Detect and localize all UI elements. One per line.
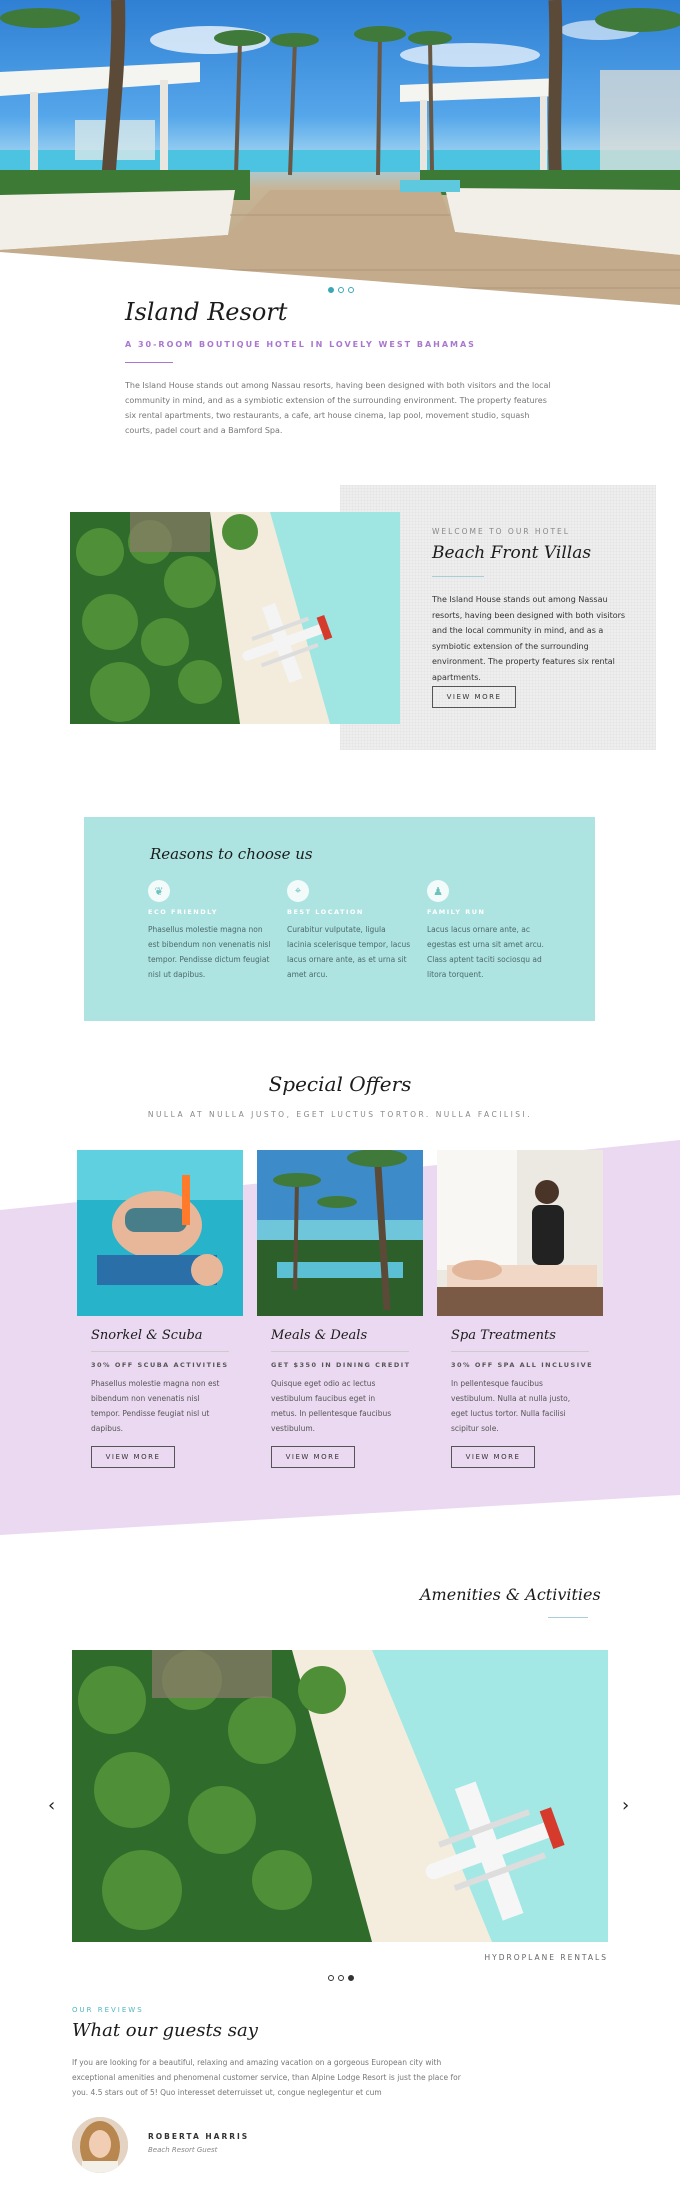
amenities-slider-dots[interactable] bbox=[328, 1975, 354, 1981]
reason-title: BEST LOCATION bbox=[287, 908, 364, 916]
reviews-kicker: OUR REVIEWS bbox=[72, 2006, 144, 2014]
offer-text: Phasellus molestie magna non est bibendu… bbox=[91, 1379, 220, 1433]
reviews-title: What our guests say bbox=[72, 2020, 258, 2041]
slider-dot[interactable] bbox=[348, 287, 354, 293]
slider-dot[interactable] bbox=[328, 287, 334, 293]
hero-image bbox=[0, 0, 680, 305]
offer-text: Quisque eget odio ac lectus vestibulum f… bbox=[271, 1379, 392, 1433]
divider bbox=[271, 1351, 409, 1352]
leaf-icon: ❦ bbox=[148, 880, 170, 902]
offer-image-meals bbox=[257, 1150, 423, 1316]
divider bbox=[91, 1351, 229, 1352]
review-text: If you are looking for a beautiful, rela… bbox=[72, 2058, 461, 2097]
snorkel-illustration bbox=[77, 1150, 243, 1316]
reason-best-location: ⌖ BEST LOCATION Curabitur vulputate, lig… bbox=[287, 880, 412, 982]
amenities-slide-image bbox=[72, 1650, 608, 1942]
reason-text: Curabitur vulputate, ligula lacinia scel… bbox=[287, 925, 411, 979]
slider-dot[interactable] bbox=[338, 1975, 344, 1981]
offer-card: Meals & Deals GET $350 IN DINING CREDIT … bbox=[257, 1150, 423, 1468]
reviewer-name: ROBERTA HARRIS bbox=[148, 2132, 250, 2141]
hero-illustration bbox=[0, 0, 680, 305]
offer-title: Snorkel & Scuba bbox=[91, 1328, 203, 1343]
offer-title: Meals & Deals bbox=[271, 1328, 368, 1343]
family-icon: ♟ bbox=[427, 880, 449, 902]
offer-card: Spa Treatments 30% OFF SPA ALL INCLUSIVE… bbox=[437, 1150, 603, 1468]
guest-portrait bbox=[72, 2117, 128, 2173]
reason-family-run: ♟ FAMILY RUN Lacus lacus ornare ante, ac… bbox=[427, 880, 552, 982]
offer-kicker: GET $350 IN DINING CREDIT bbox=[271, 1361, 411, 1369]
villas-text: The Island House stands out among Nassau… bbox=[432, 595, 626, 682]
location-icon: ⌖ bbox=[287, 880, 309, 902]
hero-slider-dots[interactable] bbox=[328, 287, 354, 293]
intro-title: Island Resort bbox=[125, 298, 288, 326]
slider-dot[interactable] bbox=[338, 287, 344, 293]
divider bbox=[432, 576, 484, 577]
offer-view-more-button[interactable]: VIEW MORE bbox=[91, 1446, 175, 1468]
villas-title: Beach Front Villas bbox=[432, 543, 592, 563]
avatar bbox=[72, 2117, 128, 2173]
resort-pool-illustration bbox=[257, 1150, 423, 1316]
slider-next-arrow[interactable]: › bbox=[622, 1795, 629, 1816]
villas-image bbox=[70, 512, 400, 724]
offers-title: Special Offers bbox=[268, 1072, 412, 1096]
reason-text: Phasellus molestie magna non est bibendu… bbox=[148, 925, 271, 979]
offer-title: Spa Treatments bbox=[451, 1328, 556, 1343]
villas-kicker: WELCOME TO OUR HOTEL bbox=[432, 527, 570, 536]
offer-kicker: 30% OFF SPA ALL INCLUSIVE bbox=[451, 1361, 594, 1369]
slider-prev-arrow[interactable]: ‹ bbox=[48, 1795, 55, 1816]
reasons-title: Reasons to choose us bbox=[150, 845, 313, 863]
reviewer-role: Beach Resort Guest bbox=[148, 2146, 218, 2154]
offer-view-more-button[interactable]: VIEW MORE bbox=[451, 1446, 535, 1468]
amenities-title: Amenities & Activities bbox=[420, 1585, 601, 1604]
spa-massage-illustration bbox=[437, 1150, 603, 1316]
beach-aerial-illustration bbox=[70, 512, 400, 724]
offer-card: Snorkel & Scuba 30% OFF SCUBA ACTIVITIES… bbox=[77, 1150, 243, 1468]
divider bbox=[548, 1617, 588, 1618]
offer-kicker: 30% OFF SCUBA ACTIVITIES bbox=[91, 1361, 229, 1369]
divider bbox=[125, 362, 173, 363]
amenities-caption: HYDROPLANE RENTALS bbox=[484, 1953, 608, 1962]
intro-text: The Island House stands out among Nassau… bbox=[125, 381, 551, 435]
slider-dot[interactable] bbox=[328, 1975, 334, 1981]
reason-eco-friendly: ❦ ECO FRIENDLY Phasellus molestie magna … bbox=[148, 880, 273, 982]
divider bbox=[451, 1351, 589, 1352]
offer-image-snorkel bbox=[77, 1150, 243, 1316]
reason-title: FAMILY RUN bbox=[427, 908, 486, 916]
hydroplane-beach-illustration bbox=[72, 1650, 608, 1942]
intro-subtitle: A 30-ROOM BOUTIQUE HOTEL IN LOVELY WEST … bbox=[125, 340, 476, 349]
villas-view-more-button[interactable]: VIEW MORE bbox=[432, 686, 516, 708]
offer-text: In pellentesque faucibus vestibulum. Nul… bbox=[451, 1379, 571, 1433]
offers-subtitle: NULLA AT NULLA JUSTO, EGET LUCTUS TORTOR… bbox=[147, 1110, 533, 1119]
offer-image-spa bbox=[437, 1150, 603, 1316]
offer-view-more-button[interactable]: VIEW MORE bbox=[271, 1446, 355, 1468]
reason-title: ECO FRIENDLY bbox=[148, 908, 218, 916]
slider-dot[interactable] bbox=[348, 1975, 354, 1981]
reason-text: Lacus lacus ornare ante, ac egestas est … bbox=[427, 925, 544, 979]
